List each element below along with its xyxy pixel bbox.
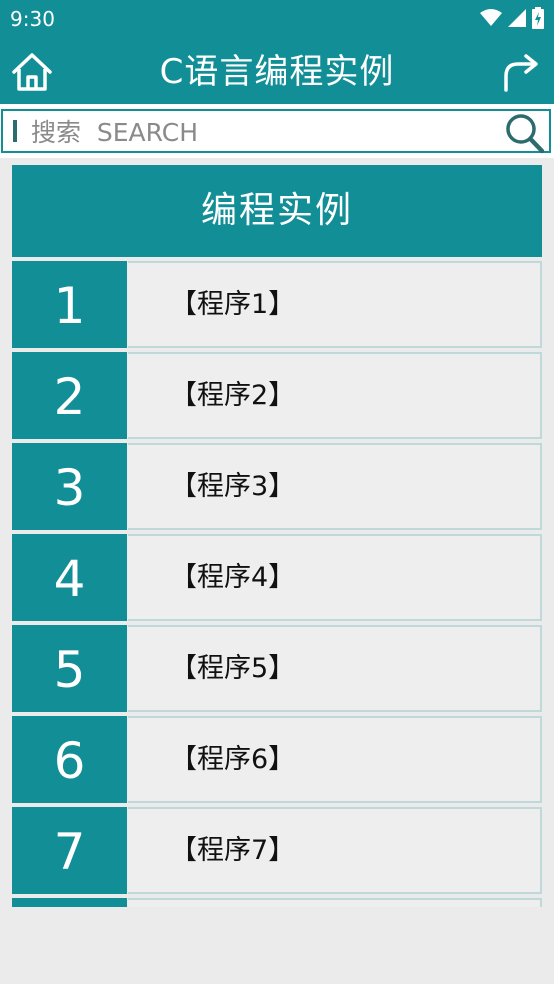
list-item-label: 【程序5】	[128, 625, 542, 712]
list-item-label: 【程序4】	[128, 534, 542, 621]
list-item[interactable]	[12, 898, 542, 907]
list-item-number: 7	[12, 807, 127, 894]
wifi-icon	[480, 9, 502, 26]
app-title: C语言编程实例	[159, 52, 395, 92]
share-button[interactable]	[500, 50, 544, 94]
app-header: 9:30 C语言编程实例	[0, 0, 554, 104]
list-item-number	[12, 898, 127, 907]
list-item[interactable]: 2 【程序2】	[12, 352, 542, 439]
list-item-label: 【程序1】	[128, 261, 542, 348]
list-item-number: 3	[12, 443, 127, 530]
list-item[interactable]: 5 【程序5】	[12, 625, 542, 712]
status-time: 9:30	[10, 7, 55, 31]
list-item[interactable]: 3 【程序3】	[12, 443, 542, 530]
list-item-number: 2	[12, 352, 127, 439]
list-item-number: 6	[12, 716, 127, 803]
battery-icon	[532, 7, 544, 29]
list-item[interactable]: 7 【程序7】	[12, 807, 542, 894]
list-item-label: 【程序6】	[128, 716, 542, 803]
list-item[interactable]: 4 【程序4】	[12, 534, 542, 621]
program-list: 1 【程序1】 2 【程序2】 3 【程序3】 4 【程序4】 5 【程序5】 …	[12, 261, 542, 907]
list-item-label: 【程序7】	[128, 807, 542, 894]
list-item[interactable]: 1 【程序1】	[12, 261, 542, 348]
list-item-number: 1	[12, 261, 127, 348]
list-item-label: 【程序2】	[128, 352, 542, 439]
list-item-number: 5	[12, 625, 127, 712]
list-item-label: 【程序3】	[128, 443, 542, 530]
list-item[interactable]: 6 【程序6】	[12, 716, 542, 803]
list-item-label	[128, 898, 542, 907]
search-icon[interactable]	[503, 112, 545, 154]
search-box[interactable]	[1, 109, 551, 154]
signal-icon	[508, 9, 526, 27]
list-item-number: 4	[12, 534, 127, 621]
status-icons	[480, 6, 544, 30]
search-input[interactable]	[29, 113, 493, 151]
search-caret	[13, 120, 17, 142]
share-icon	[504, 54, 538, 92]
section-title: 编程实例	[12, 165, 542, 257]
search-bar	[0, 104, 554, 158]
